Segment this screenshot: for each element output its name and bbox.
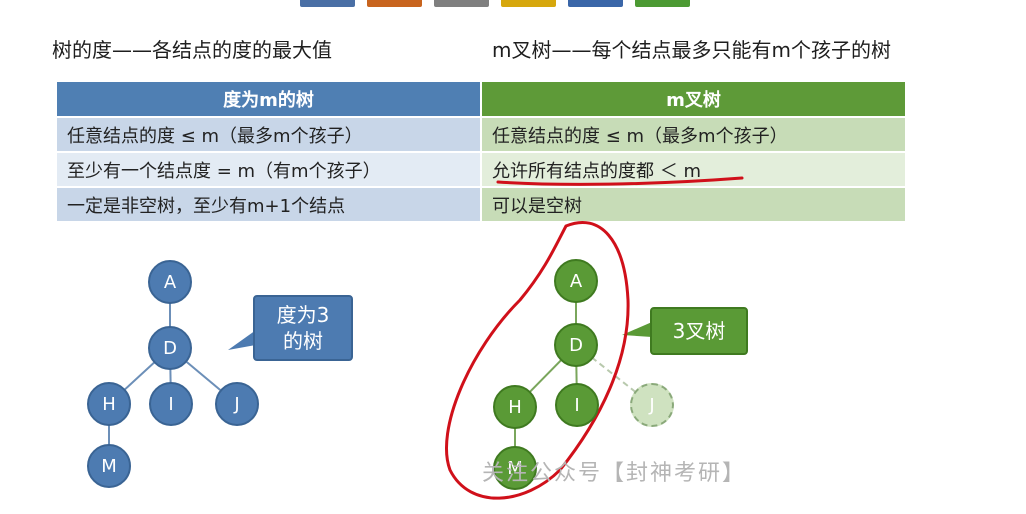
red-underline-annotation bbox=[496, 176, 744, 186]
callout-tail-blue bbox=[228, 330, 256, 350]
callout-line-1: 度为3 bbox=[276, 303, 330, 327]
tree-node-h: H bbox=[87, 382, 131, 426]
tree-node-a: A bbox=[554, 259, 598, 303]
watermark-text: 关注公众号【封神考研】 bbox=[482, 461, 747, 486]
tree-node-m: M bbox=[87, 444, 131, 488]
callout-3-ary-tree: 3叉树 bbox=[650, 307, 748, 355]
tree-node-h: H bbox=[493, 385, 537, 429]
tree-node-a: A bbox=[148, 260, 192, 304]
tree-node-j: J bbox=[215, 382, 259, 426]
left-tree-edges bbox=[108, 282, 238, 466]
tree-node-d: D bbox=[554, 323, 598, 367]
callout-line-2: 的树 bbox=[282, 329, 323, 353]
tree-node-i: I bbox=[555, 383, 599, 427]
tree-node-d: D bbox=[148, 326, 192, 370]
diagram-overlay bbox=[108, 176, 744, 500]
callout-degree-3-tree: 度为3 的树 bbox=[253, 295, 353, 361]
tree-node-i: I bbox=[149, 382, 193, 426]
tree-node-j-ghost: J bbox=[630, 383, 674, 427]
